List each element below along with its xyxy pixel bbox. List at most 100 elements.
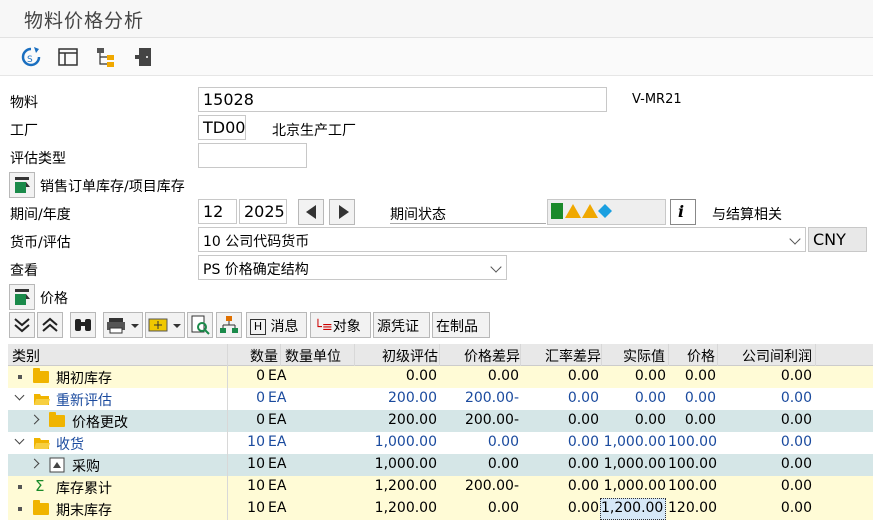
- collapse-arrow-icon[interactable]: [29, 458, 40, 469]
- collapse-all-icon: [42, 317, 58, 332]
- category-cell: 期初库存: [56, 371, 112, 387]
- table-row[interactable]: 收货 10 EA 1,000.00 0.00 0.00 1,000.00 100.00 0.00: [8, 432, 873, 454]
- folder-icon: [33, 500, 49, 515]
- messages-button[interactable]: H 消息: [246, 312, 307, 338]
- divider: [390, 223, 546, 224]
- exit-icon[interactable]: [133, 46, 155, 68]
- layout-icon[interactable]: [57, 46, 79, 68]
- actual-value-cell: 1,200.00: [600, 498, 666, 520]
- select-icon: [15, 289, 30, 305]
- unit-cell: EA: [268, 500, 287, 516]
- price-label: 价格: [40, 291, 68, 307]
- unit-cell: EA: [268, 368, 287, 384]
- material-input[interactable]: 15028: [198, 87, 607, 112]
- price-diff-cell: 0.00: [487, 434, 519, 450]
- collapse-all-button[interactable]: [37, 312, 63, 338]
- detail-button[interactable]: [187, 312, 213, 338]
- primary-valuation-cell: 1,200.00: [374, 478, 437, 494]
- column-price[interactable]: 价格: [670, 346, 715, 366]
- actual-value-cell: 1,000.00: [603, 478, 666, 494]
- find-button[interactable]: [70, 312, 96, 338]
- price-cell: 100.00: [668, 434, 717, 450]
- tree-icon[interactable]: [95, 46, 117, 68]
- column-primary-valuation[interactable]: 初级评估: [358, 346, 438, 366]
- expand-all-icon: [14, 318, 30, 333]
- object-button[interactable]: └≡对象: [310, 312, 371, 338]
- view-label: 查看: [10, 263, 38, 279]
- wip-button[interactable]: 在制品: [432, 312, 490, 338]
- plant-description: 北京生产工厂: [272, 123, 356, 139]
- price-cell: 100.00: [668, 456, 717, 472]
- category-cell: 采购: [72, 459, 100, 475]
- table-row[interactable]: 期初库存 0 EA 0.00 0.00 0.00 0.00 0.00 0.00: [8, 366, 873, 388]
- price-diff-cell: 200.00-: [464, 390, 519, 406]
- open-folder-icon: [34, 394, 50, 405]
- previous-period-button[interactable]: [298, 199, 324, 225]
- primary-valuation-cell: 1,200.00: [374, 500, 437, 516]
- exchange-diff-cell: 0.00: [567, 434, 599, 450]
- column-category[interactable]: 类别: [12, 346, 40, 366]
- expand-arrow-icon[interactable]: [14, 390, 25, 401]
- column-quantity[interactable]: 数量: [230, 346, 278, 366]
- select-icon: [15, 177, 30, 193]
- price-diff-cell: 200.00-: [464, 478, 519, 494]
- price-diff-cell: 200.00-: [464, 412, 519, 428]
- next-period-button[interactable]: [329, 199, 355, 225]
- price-toggle[interactable]: [9, 284, 35, 310]
- expand-all-button[interactable]: [9, 312, 35, 338]
- printer-icon: [107, 318, 139, 334]
- column-price-diff[interactable]: 价格差异: [440, 346, 520, 366]
- period-input[interactable]: 12: [198, 199, 237, 224]
- column-exchange-diff[interactable]: 汇率差异: [521, 346, 601, 366]
- chevron-down-icon: [490, 261, 502, 273]
- message-icon: H: [250, 319, 266, 335]
- intercompany-cell: 0.00: [780, 368, 812, 384]
- table-row[interactable]: 重新评估 0 EA 200.00 200.00- 0.00 0.00 0.00 0.00: [8, 388, 873, 410]
- unit-cell: EA: [268, 456, 287, 472]
- arrow-left-icon: [306, 205, 316, 219]
- category-cell: 价格更改: [72, 415, 128, 431]
- valuation-type-label: 评估类型: [10, 151, 66, 167]
- column-unit[interactable]: 数量单位: [285, 346, 341, 366]
- table-row[interactable]: 期末库存 10 EA 1,200.00 0.00 0.00 1,200.00 120.00 0.…: [8, 498, 873, 520]
- print-button[interactable]: [103, 312, 143, 338]
- object-icon: └≡: [314, 320, 333, 335]
- hierarchy-button[interactable]: [216, 312, 242, 338]
- price-cell: 0.00: [684, 368, 716, 384]
- view-select[interactable]: PS 价格确定结构: [198, 255, 507, 280]
- expand-arrow-icon[interactable]: [14, 434, 25, 445]
- procurement-icon: [49, 457, 65, 473]
- unit-cell: EA: [268, 412, 287, 428]
- collapse-arrow-icon[interactable]: [29, 414, 40, 425]
- currency-select[interactable]: 10 公司代码货币: [198, 227, 806, 252]
- view-select-value: PS 价格确定结构: [203, 262, 309, 278]
- export-icon: [148, 318, 181, 332]
- hierarchy-icon: [220, 316, 238, 333]
- category-cell: 收货: [56, 437, 84, 453]
- object-label: 对象: [332, 319, 361, 335]
- info-button[interactable]: i: [670, 199, 696, 225]
- chevron-down-icon: [789, 233, 801, 245]
- period-status-label: 期间状态: [390, 207, 446, 223]
- table-row[interactable]: 价格更改 0 EA 200.00 200.00- 0.00 0.00 0.00 0.00: [8, 410, 873, 432]
- table-row[interactable]: 采购 10 EA 1,000.00 0.00 0.00 1,000.00 100.00 0.00: [8, 454, 873, 476]
- column-intercompany[interactable]: 公司间利润: [720, 346, 812, 366]
- source-document-button[interactable]: 源凭证: [373, 312, 430, 338]
- table-row[interactable]: Σ 库存累计 10 EA 1,200.00 200.00- 0.00 1,000.00 100.…: [8, 476, 873, 498]
- title-bar: 物料价格分析: [0, 0, 873, 38]
- status-lights-icon: [551, 203, 612, 219]
- exchange-diff-cell: 0.00: [567, 368, 599, 384]
- folder-icon: [33, 368, 49, 383]
- export-button[interactable]: [145, 312, 185, 338]
- category-cell: 库存累计: [56, 481, 112, 497]
- exchange-diff-cell: 0.00: [567, 390, 599, 406]
- actual-value-cell: 0.00: [634, 390, 666, 406]
- svg-text:S: S: [27, 55, 33, 65]
- open-folder-icon: [34, 438, 50, 449]
- column-actual[interactable]: 实际值: [603, 346, 665, 366]
- plant-input[interactable]: TD00: [198, 115, 246, 140]
- valuation-type-input[interactable]: [198, 143, 307, 168]
- refresh-icon[interactable]: S: [20, 46, 42, 68]
- sales-order-stock-toggle[interactable]: [9, 172, 35, 198]
- year-input[interactable]: 2025: [239, 199, 287, 224]
